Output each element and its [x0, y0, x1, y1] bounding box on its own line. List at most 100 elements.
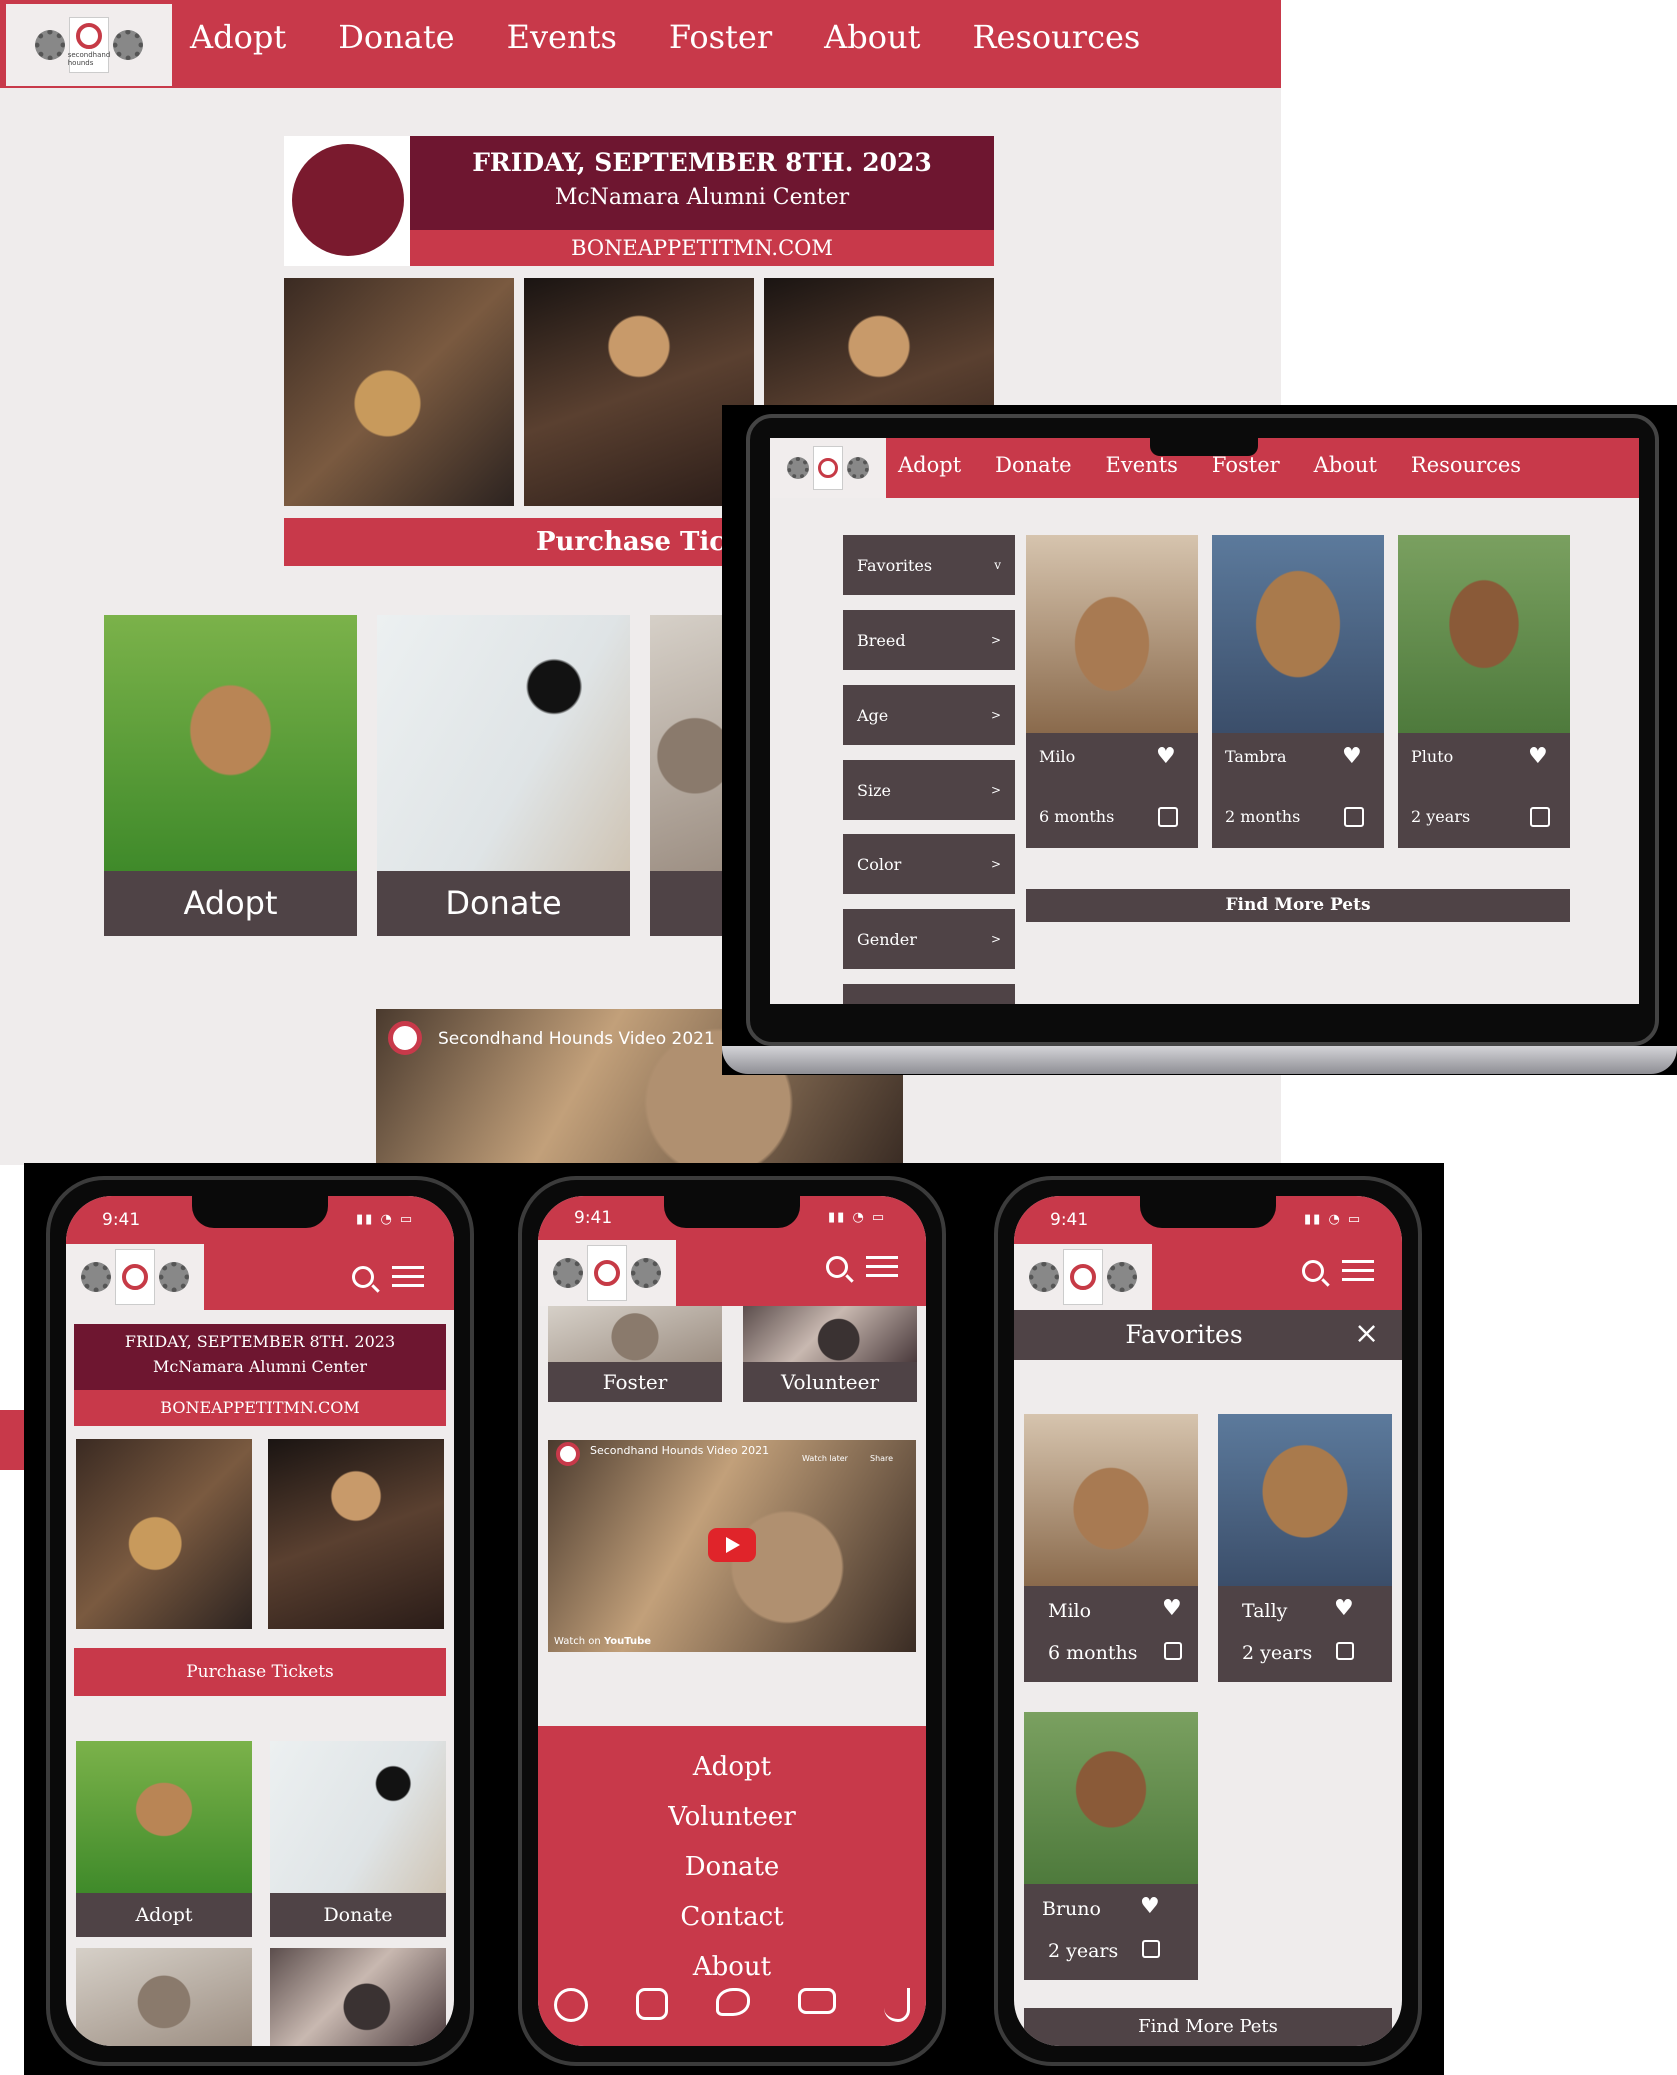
watch-on-youtube[interactable]: Watch on YouTube: [554, 1636, 651, 1647]
menu-volunteer[interactable]: Volunteer: [538, 1792, 926, 1842]
filter-color[interactable]: Color >: [843, 834, 1015, 894]
notes-icon[interactable]: [1336, 1642, 1354, 1660]
paw-logo-icon: [115, 1249, 155, 1305]
menu-donate[interactable]: Donate: [538, 1842, 926, 1892]
site-logo[interactable]: secondhand hounds: [6, 4, 172, 86]
youtube-icon[interactable]: [798, 1988, 836, 2014]
nav-resources[interactable]: Resources: [1411, 453, 1521, 477]
notes-icon[interactable]: [1344, 807, 1364, 827]
menu-icon[interactable]: [392, 1260, 424, 1293]
laptop-logo[interactable]: [770, 438, 886, 498]
pet-card-milo[interactable]: Milo ♥ 6 months: [1026, 733, 1198, 848]
favorites-title: Favorites: [1125, 1320, 1243, 1349]
notes-icon[interactable]: [1142, 1940, 1160, 1958]
nav-donate[interactable]: Donate: [338, 18, 454, 56]
menu-contact[interactable]: Contact: [538, 1892, 926, 1942]
volunteer-tile-photo[interactable]: [270, 1948, 446, 2046]
donate-tile-photo[interactable]: [270, 1741, 446, 1893]
foster-tile-photo[interactable]: [76, 1948, 252, 2046]
gear-icon: [787, 457, 809, 479]
paw-logo-icon: [1063, 1249, 1103, 1305]
foster-tile-photo[interactable]: [548, 1306, 722, 1362]
nav-adopt[interactable]: Adopt: [190, 18, 286, 56]
facebook-icon[interactable]: [554, 1988, 588, 2022]
event-url[interactable]: BONEAPPETITMN.COM: [74, 1390, 446, 1426]
site-logo[interactable]: [1014, 1244, 1152, 1310]
menu-adopt[interactable]: Adopt: [538, 1742, 926, 1792]
menu-icon[interactable]: [1342, 1254, 1374, 1287]
pet-photo-milo[interactable]: [1026, 535, 1198, 733]
volunteer-tile-photo[interactable]: [743, 1306, 917, 1362]
adopt-tile-photo[interactable]: [104, 615, 357, 871]
heart-icon[interactable]: ♥: [1528, 746, 1548, 768]
search-icon[interactable]: [352, 1266, 374, 1288]
filter-age[interactable]: Age >: [843, 685, 1015, 745]
chevron-right-icon: >: [990, 633, 1001, 647]
adopt-tile-label[interactable]: Adopt: [76, 1893, 252, 1937]
event-url[interactable]: BONEAPPETITMN.COM: [410, 230, 994, 266]
filter-gender[interactable]: Gender >: [843, 909, 1015, 969]
donate-tile-photo[interactable]: [377, 615, 630, 871]
event-banner: FRIDAY, SEPTEMBER 8TH. 2023 McNamara Alu…: [410, 136, 994, 230]
foster-tile-label[interactable]: Foster: [548, 1362, 722, 1402]
find-more-pets-button[interactable]: Find More Pets: [1024, 2008, 1392, 2046]
pet-card-bruno[interactable]: Bruno ♥ 2 years: [1024, 1884, 1198, 1980]
pet-photo-pluto[interactable]: [1398, 535, 1570, 733]
filter-size[interactable]: Size >: [843, 760, 1015, 820]
volunteer-tile-label[interactable]: Volunteer: [743, 1362, 917, 1402]
pet-card-tambra[interactable]: Tambra ♥ 2 months: [1212, 733, 1384, 848]
site-logo[interactable]: [66, 1244, 204, 1310]
nav-resources[interactable]: Resources: [972, 18, 1140, 56]
nav-about[interactable]: About: [824, 18, 920, 56]
purchase-tickets-button[interactable]: Purchase Tickets: [74, 1648, 446, 1696]
search-icon[interactable]: [1302, 1260, 1324, 1282]
notes-icon[interactable]: [1530, 807, 1550, 827]
heart-icon[interactable]: ♥: [1156, 746, 1176, 768]
search-icon[interactable]: [826, 1256, 848, 1278]
nav-events[interactable]: Events: [1106, 453, 1178, 477]
instagram-icon[interactable]: [636, 1988, 668, 2020]
menu-about[interactable]: About: [538, 1942, 926, 1992]
paw-logo-icon: [813, 446, 843, 490]
heart-icon[interactable]: ♥: [1334, 1598, 1354, 1620]
notes-icon[interactable]: [1164, 1642, 1182, 1660]
adopt-tile-label[interactable]: Adopt: [104, 871, 357, 936]
watch-later-button[interactable]: Watch later: [802, 1454, 848, 1463]
pet-photo-tally[interactable]: [1218, 1414, 1392, 1586]
nav-foster[interactable]: Foster: [1212, 453, 1280, 477]
pet-card-pluto[interactable]: Pluto ♥ 2 years: [1398, 733, 1570, 848]
tiktok-icon[interactable]: [884, 1988, 910, 2022]
donate-tile-label[interactable]: Donate: [377, 871, 630, 936]
nav-donate[interactable]: Donate: [995, 453, 1071, 477]
heart-icon[interactable]: ♥: [1342, 746, 1362, 768]
nav-events[interactable]: Events: [507, 18, 617, 56]
nav-foster[interactable]: Foster: [669, 18, 772, 56]
pet-card-milo[interactable]: Milo ♥ 6 months: [1024, 1586, 1198, 1682]
site-logo[interactable]: [538, 1240, 676, 1306]
video-player[interactable]: Secondhand Hounds Video 2021 Watch later…: [548, 1440, 916, 1652]
gear-icon: [159, 1262, 189, 1292]
adopt-tile-photo[interactable]: [76, 1741, 252, 1893]
pet-photo-bruno[interactable]: [1024, 1712, 1198, 1884]
heart-icon[interactable]: ♥: [1140, 1896, 1160, 1918]
twitter-icon[interactable]: [716, 1988, 750, 2016]
find-more-pets-button[interactable]: Find More Pets: [1026, 889, 1570, 922]
gear-icon: [631, 1258, 661, 1288]
pet-photo-tambra[interactable]: [1212, 535, 1384, 733]
menu-icon[interactable]: [866, 1250, 898, 1283]
filter-breed[interactable]: Breed >: [843, 610, 1015, 670]
nav-adopt[interactable]: Adopt: [898, 453, 961, 477]
gear-icon: [1029, 1262, 1059, 1292]
notes-icon[interactable]: [1158, 807, 1178, 827]
gear-icon: [553, 1258, 583, 1288]
play-button-icon[interactable]: [708, 1528, 756, 1562]
filter-more[interactable]: [843, 984, 1015, 1004]
close-icon[interactable]: ×: [1354, 1316, 1379, 1351]
heart-icon[interactable]: ♥: [1162, 1598, 1182, 1620]
donate-tile-label[interactable]: Donate: [270, 1893, 446, 1937]
filter-favorites[interactable]: Favorites v: [843, 535, 1015, 595]
share-button[interactable]: Share: [870, 1454, 893, 1463]
pet-photo-milo[interactable]: [1024, 1414, 1198, 1586]
nav-about[interactable]: About: [1314, 453, 1377, 477]
pet-card-tally[interactable]: Tally ♥ 2 years: [1218, 1586, 1392, 1682]
